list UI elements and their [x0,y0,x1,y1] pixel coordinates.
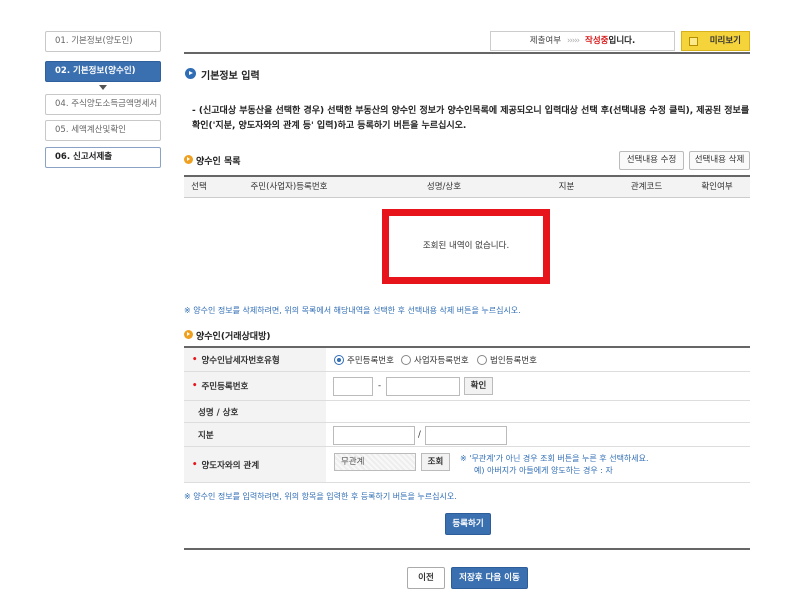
step-arrow-icon [99,85,107,90]
bullet-icon [184,155,193,164]
submission-status: 제출여부 ››››› 작성중입니다. [490,31,675,51]
sidebar-item-label: 05. 세액계산및확인 [55,125,126,135]
radio-label: 법인등록번호 [490,356,537,366]
column-share: 지분 [558,182,575,192]
share-numerator-input[interactable] [333,426,415,445]
register-button[interactable]: 등록하기 [445,513,491,535]
divider [184,548,750,550]
preview-label: 미리보기 [709,36,741,46]
form-title: 양수인(거래상대방) [196,332,271,342]
prev-button[interactable]: 이전 [407,567,445,589]
status-value: 작성중 [585,36,609,46]
relation-hint: ※ '무관계'가 아닌 경우 조회 버튼을 누른 후 선택하세요. [460,454,649,463]
sidebar-item-submit[interactable]: 06. 신고서제출 [45,147,161,168]
column-confirmed: 확인여부 [701,182,733,192]
radio-label: 사업자등록번호 [414,356,469,366]
edit-selected-button[interactable]: 선택내용 수정 [619,151,684,170]
divider [184,52,750,54]
section-arrow-icon [185,68,196,79]
list-title: 양수인 목록 [196,157,241,167]
sidebar-item-label: 04. 주식양도소득금액명세서 [55,99,158,109]
relation-example: 예) 아버지가 아들에게 양도하는 경우 : 자 [474,466,613,475]
column-relation-code: 관계코드 [630,182,663,192]
column-reg-number: 주민(사업자)등록번호 [250,182,328,192]
form-row-share: 지분 / [184,423,750,447]
confirm-button[interactable]: 확인 [464,377,493,395]
share-denominator-input[interactable] [425,426,507,445]
column-select: 선택 [191,182,207,192]
document-icon [689,37,698,46]
delete-selected-button[interactable]: 선택내용 삭제 [689,151,750,170]
form-row-name: 성명 / 상호 [184,401,750,423]
buyer-form: • 양수인납세자번호유형 주민등록번호 사업자등록번호 법인등록번호 • 주민등록번… [184,346,750,483]
sidebar-item-tax-calc[interactable]: 05. 세액계산및확인 [45,120,161,141]
id-separator: - [378,381,382,391]
form-label: • 양수인납세자번호유형 [184,348,326,371]
notice-text: - (신고대상 부동산을 선택한 경우) 선택한 부동산의 양수인 정보가 양수… [192,106,750,131]
register-note: ※ 양수인 정보를 입력하려면, 위의 항목을 입력한 후 등록하기 버튼을 누… [184,492,457,501]
save-next-button[interactable]: 저장후 다음 이동 [451,567,528,589]
form-label: 지분 [184,423,326,446]
form-row-id: • 주민등록번호 - 확인 [184,372,750,401]
status-arrows: ››››› [567,36,580,46]
sidebar-item-label: 06. 신고서제출 [55,152,113,162]
relation-field: 무관계 [334,453,416,471]
status-suffix: 입니다. [608,36,636,46]
form-label: • 주민등록번호 [184,372,326,400]
id-first-input[interactable] [333,377,373,396]
form-row-relation: • 양도자와의 관계 무관계 조회 ※ '무관계'가 아닌 경우 조회 버튼을 누… [184,447,750,483]
sidebar-item-buyer-info[interactable]: 02. 기본정보(양수인) [45,61,161,82]
status-label: 제출여부 [529,36,562,46]
sidebar-item-stock-statement[interactable]: 04. 주식양도소득금액명세서 [45,94,161,115]
sidebar-item-label: 01. 기본정보(양도인) [55,36,133,46]
empty-state-message: 조회된 내역이 없습니다. [382,209,550,284]
column-name: 성명/상호 [426,182,462,192]
sidebar-item-seller-info[interactable]: 01. 기본정보(양도인) [45,31,161,52]
preview-button[interactable]: 미리보기 [681,31,750,51]
radio-business-number[interactable] [401,355,411,365]
form-label: • 양도자와의 관계 [184,447,326,482]
page-title: 기본정보 입력 [201,71,260,82]
delete-note: ※ 양수인 정보를 삭제하려면, 위의 목록에서 해당내역을 선택한 후 선택내… [184,306,521,315]
form-label: 성명 / 상호 [184,401,326,422]
radio-label: 주민등록번호 [347,356,394,366]
sidebar-item-label: 02. 기본정보(양수인) [55,66,136,76]
radio-corporate-number[interactable] [477,355,487,365]
form-row-type: • 양수인납세자번호유형 주민등록번호 사업자등록번호 법인등록번호 [184,348,750,372]
radio-resident-number[interactable] [334,355,344,365]
lookup-button[interactable]: 조회 [421,453,450,471]
id-second-input[interactable] [386,377,460,396]
bullet-icon [184,330,193,339]
table-header: 선택 주민(사업자)등록번호 성명/상호 지분 관계코드 확인여부 [184,175,750,198]
share-separator: / [418,430,421,440]
